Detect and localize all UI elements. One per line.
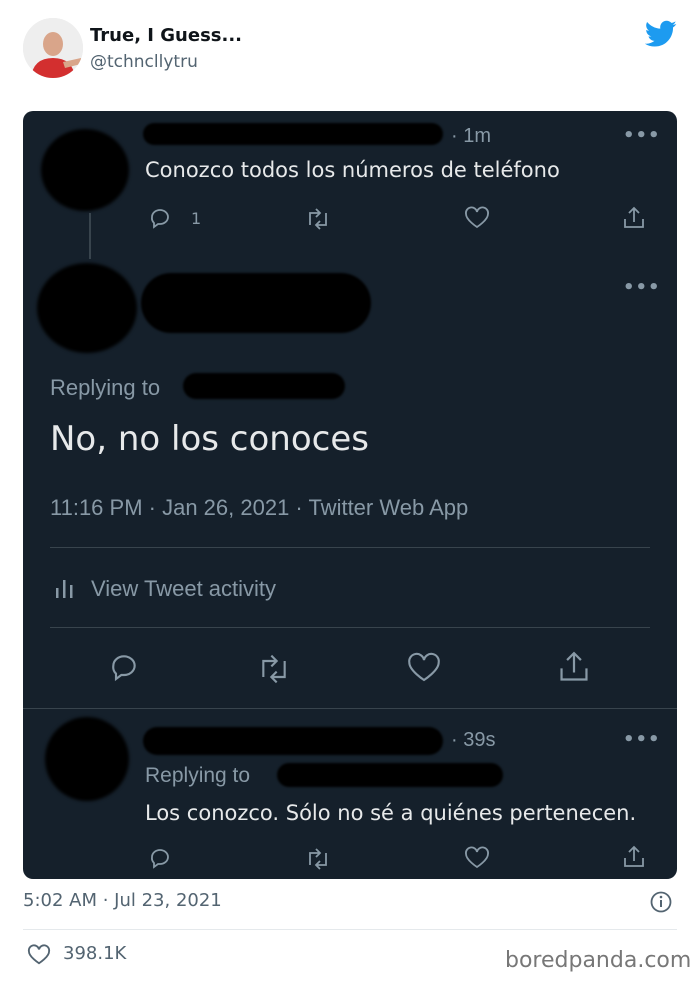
like-count: 398.1K [63,943,127,964]
share-icon[interactable] [556,649,592,685]
more-icon[interactable]: ••• [623,277,661,298]
redacted-handle [277,763,503,787]
embedded-screenshot: · 1m ••• Conozco todos los números de te… [23,111,677,879]
reply-count: 1 [191,209,202,228]
like-icon[interactable] [406,652,442,684]
tweet-time: · 39s [451,729,496,751]
author-handle[interactable]: @tchncllytru [90,52,198,72]
author-name[interactable]: True, I Guess... [90,25,242,46]
watermark: boredpanda.com [505,948,692,973]
info-icon[interactable] [650,891,672,913]
redacted-username [143,123,443,145]
redacted-handle [183,373,345,399]
more-icon[interactable]: ••• [623,729,661,750]
main-tweet-text: No, no los conoces [50,419,369,459]
divider [50,627,650,628]
redacted-username [141,273,371,333]
share-icon[interactable] [621,205,647,231]
share-icon[interactable] [621,844,647,870]
like-icon[interactable] [464,846,490,870]
retweet-icon[interactable] [255,653,293,685]
heart-icon[interactable] [27,944,51,970]
author-avatar[interactable] [23,18,83,78]
retweet-icon[interactable] [305,847,331,871]
replying-to-label: Replying to [50,375,161,400]
divider [23,929,677,930]
more-icon[interactable]: ••• [623,125,661,146]
reply-icon[interactable] [148,206,172,230]
redacted-avatar [37,263,137,353]
redacted-username [143,727,443,755]
tweet-text: Conozco todos los números de teléfono [145,158,560,182]
retweet-icon[interactable] [305,207,331,231]
tweet-text: Los conozco. Sólo no sé a quiénes perten… [145,801,637,825]
like-icon[interactable] [464,206,490,230]
divider [23,708,677,709]
tweet-time: · 1m [451,125,491,147]
thread-line [89,213,91,259]
view-tweet-activity[interactable]: View Tweet activity [91,576,276,602]
activity-icon [55,576,75,600]
replying-to-label: Replying to [145,764,251,787]
redacted-avatar [45,717,129,801]
reply-icon[interactable] [148,846,172,870]
twitter-bird-icon[interactable] [644,20,677,48]
reply-icon[interactable] [107,651,141,683]
redacted-avatar [41,129,129,211]
divider [50,547,650,548]
tweet-timestamp[interactable]: 5:02 AM · Jul 23, 2021 [23,890,222,911]
tweet-meta: 11:16 PM · Jan 26, 2021 · Twitter Web Ap… [50,495,469,520]
